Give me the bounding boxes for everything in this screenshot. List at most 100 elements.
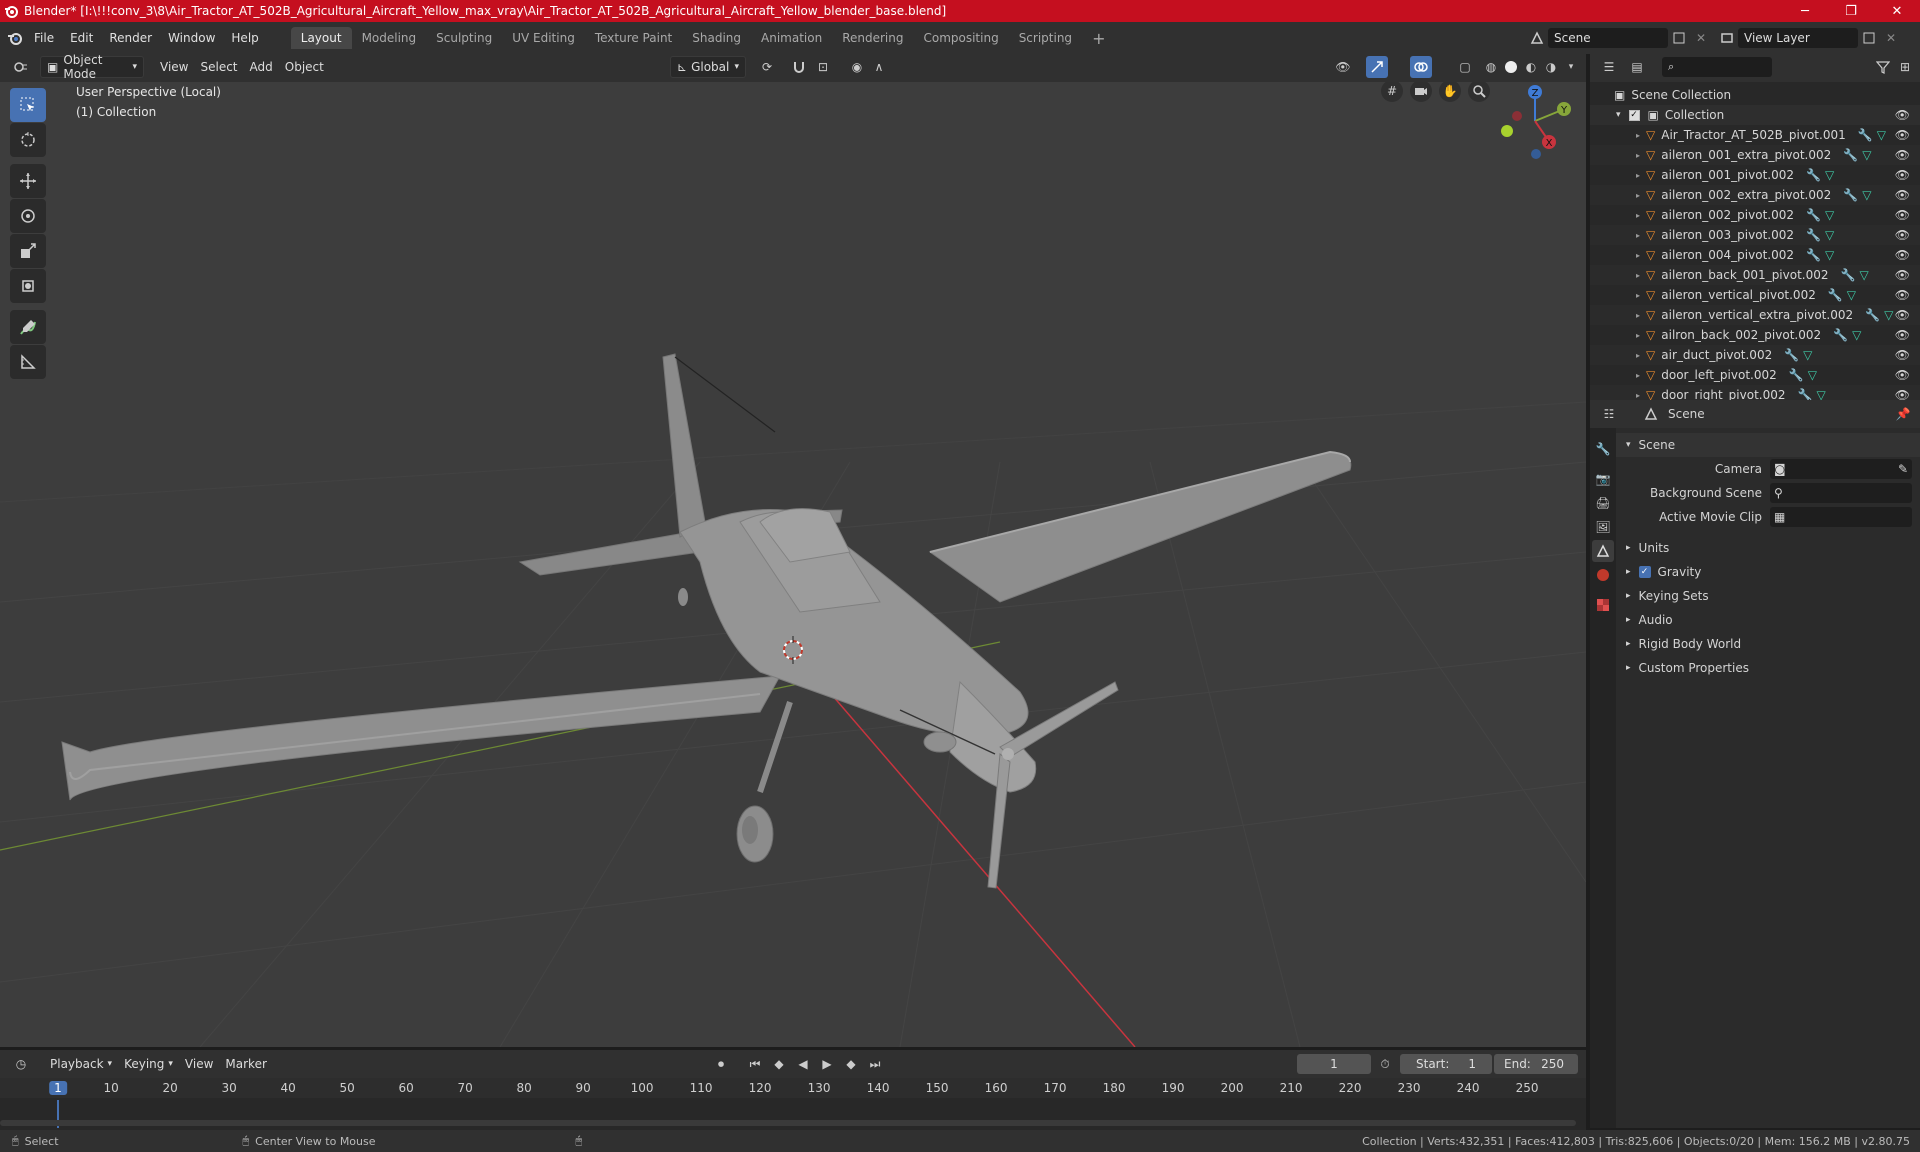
scene-tab-icon[interactable] <box>1592 540 1614 562</box>
visibility-eye-icon[interactable]: 👁 <box>1895 228 1910 242</box>
menu-file[interactable]: File <box>26 27 62 49</box>
jump-start-icon[interactable]: ⏮ <box>744 1053 766 1075</box>
outliner-object-row[interactable]: ▸ ▽ door_left_pivot.002 🔧 ▽ 👁 <box>1590 365 1920 385</box>
modifier-wrench-icon[interactable]: 🔧 <box>1784 348 1799 362</box>
mesh-data-icon[interactable]: ▽ <box>1825 248 1834 262</box>
mesh-data-icon[interactable]: ▽ <box>1877 128 1886 142</box>
outliner-object-row[interactable]: ▸ ▽ ailron_back_002_pivot.002 🔧 ▽ 👁 <box>1590 325 1920 345</box>
gizmo-toggle-icon[interactable] <box>1366 56 1388 78</box>
outliner-object-row[interactable]: ▸ ▽ air_duct_pivot.002 🔧 ▽ 👁 <box>1590 345 1920 365</box>
tab-layout[interactable]: Layout <box>290 27 352 49</box>
visibility-eye-icon[interactable]: 👁 <box>1895 368 1910 382</box>
expand-arrow-icon[interactable]: ▸ <box>1636 251 1640 260</box>
modifier-wrench-icon[interactable]: 🔧 <box>1806 228 1821 242</box>
mesh-data-icon[interactable]: ▽ <box>1862 188 1871 202</box>
tool-settings-tab-icon[interactable]: 🔧 <box>1592 438 1614 460</box>
close-button[interactable]: ✕ <box>1874 0 1920 22</box>
properties-editor-type-icon[interactable]: ☷ <box>1598 403 1620 425</box>
overlays-toggle-icon[interactable] <box>1410 56 1432 78</box>
delete-view-layer-icon[interactable]: ✕ <box>1880 27 1902 49</box>
modifier-wrench-icon[interactable]: 🔧 <box>1806 248 1821 262</box>
transform-orientation-dropdown[interactable]: ⊾ Global ▾ <box>670 56 746 78</box>
display-mode-icon[interactable]: ▤ <box>1626 56 1648 78</box>
rendered-shading-icon[interactable]: ◑ <box>1540 56 1562 78</box>
add-workspace-button[interactable]: + <box>1082 27 1115 49</box>
zoom-icon[interactable] <box>1468 82 1490 102</box>
mesh-data-icon[interactable]: ▽ <box>1847 288 1856 302</box>
cursor-tool-icon[interactable] <box>10 123 46 157</box>
modifier-wrench-icon[interactable]: 🔧 <box>1789 368 1804 382</box>
view-layer-tab-icon[interactable]: 🖼 <box>1592 516 1614 538</box>
outliner-object-row[interactable]: ▸ ▽ aileron_004_pivot.002 🔧 ▽ 👁 <box>1590 245 1920 265</box>
modifier-wrench-icon[interactable]: 🔧 <box>1806 168 1821 182</box>
outliner-object-row[interactable]: ▸ ▽ aileron_vertical_pivot.002 🔧 ▽ 👁 <box>1590 285 1920 305</box>
falloff-icon[interactable]: ∧ <box>868 56 890 78</box>
material-shading-icon[interactable]: ◐ <box>1520 56 1542 78</box>
outliner-collection-row[interactable]: ▾ ✓ ▣ Collection 👁 <box>1590 105 1920 125</box>
camera-view-icon[interactable] <box>1410 82 1432 102</box>
new-collection-icon[interactable]: ⊞ <box>1894 56 1916 78</box>
visibility-eye-icon[interactable]: 👁 <box>1895 348 1910 362</box>
new-view-layer-icon[interactable] <box>1858 27 1880 49</box>
timeline-menu-view[interactable]: View <box>179 1053 219 1075</box>
select-box-tool-icon[interactable] <box>10 88 46 122</box>
outliner-object-row[interactable]: ▸ ▽ aileron_001_pivot.002 🔧 ▽ 👁 <box>1590 165 1920 185</box>
tab-modeling[interactable]: Modeling <box>352 27 427 49</box>
minimize-button[interactable]: ─ <box>1782 0 1828 22</box>
eyedropper-icon[interactable]: ✎ <box>1898 462 1908 476</box>
proportional-edit-icon[interactable]: ◉ <box>846 56 868 78</box>
delete-scene-icon[interactable]: ✕ <box>1690 27 1712 49</box>
expand-arrow-icon[interactable]: ▸ <box>1636 191 1640 200</box>
expand-arrow-icon[interactable]: ▸ <box>1636 271 1640 280</box>
modifier-wrench-icon[interactable]: 🔧 <box>1841 268 1856 282</box>
output-tab-icon[interactable]: 🖨 <box>1592 492 1614 514</box>
camera-field[interactable]: ◙ ✎ <box>1770 459 1912 479</box>
outliner-object-row[interactable]: ▸ ▽ aileron_002_pivot.002 🔧 ▽ 👁 <box>1590 205 1920 225</box>
3d-viewport[interactable]: User Perspective (Local) (1) Collection … <box>0 82 1586 1047</box>
menu-edit[interactable]: Edit <box>62 27 101 49</box>
outliner-editor-type-icon[interactable]: ☰ <box>1598 56 1620 78</box>
outliner-object-row[interactable]: ▸ ▽ Air_Tractor_AT_502B_pivot.001 🔧 ▽ 👁 <box>1590 125 1920 145</box>
annotate-tool-icon[interactable] <box>10 310 46 344</box>
move-tool-icon[interactable] <box>10 164 46 198</box>
scene-panel-header[interactable]: ▾ Scene <box>1616 433 1920 457</box>
outliner-object-row[interactable]: ▸ ▽ aileron_003_pivot.002 🔧 ▽ 👁 <box>1590 225 1920 245</box>
tab-sculpting[interactable]: Sculpting <box>426 27 502 49</box>
pan-hand-icon[interactable]: ✋ <box>1439 82 1461 102</box>
expand-arrow-icon[interactable]: ▸ <box>1636 171 1640 180</box>
world-tab-icon[interactable] <box>1592 564 1614 586</box>
render-tab-icon[interactable]: 📷 <box>1592 468 1614 490</box>
outliner-object-row[interactable]: ▸ ▽ aileron_001_extra_pivot.002 🔧 ▽ 👁 <box>1590 145 1920 165</box>
active-movie-clip-field[interactable]: ▦ <box>1770 507 1912 527</box>
texture-tab-icon[interactable] <box>1592 594 1614 616</box>
viewport-menu-object[interactable]: Object <box>279 56 330 78</box>
scene-selector-icon[interactable] <box>1526 27 1548 49</box>
mesh-data-icon[interactable]: ▽ <box>1808 368 1817 382</box>
rotate-tool-icon[interactable] <box>10 199 46 233</box>
modifier-wrench-icon[interactable]: 🔧 <box>1833 328 1848 342</box>
menu-help[interactable]: Help <box>223 27 266 49</box>
mode-dropdown[interactable]: ▣ Object Mode ▾ <box>40 53 144 81</box>
restore-button[interactable]: ❐ <box>1828 0 1874 22</box>
mesh-data-icon[interactable]: ▽ <box>1825 228 1834 242</box>
timeline-menu-playback[interactable]: Playback ▾ <box>44 1053 118 1075</box>
pivot-point-icon[interactable]: ⟳ <box>756 56 778 78</box>
outliner-search-input[interactable]: ⌕ <box>1662 57 1772 77</box>
modifier-wrench-icon[interactable]: 🔧 <box>1828 288 1843 302</box>
tab-rendering[interactable]: Rendering <box>832 27 913 49</box>
view-layer-icon[interactable] <box>1716 27 1738 49</box>
snap-icon[interactable] <box>788 56 810 78</box>
prev-keyframe-icon[interactable]: ◆ <box>768 1053 790 1075</box>
expand-arrow-icon[interactable]: ▸ <box>1636 311 1640 320</box>
solid-shading-icon[interactable] <box>1500 56 1522 78</box>
visibility-eye-icon[interactable]: 👁 <box>1895 268 1910 282</box>
visibility-eye-icon[interactable]: 👁 <box>1895 188 1910 202</box>
expand-arrow-icon[interactable]: ▸ <box>1636 231 1640 240</box>
background-scene-field[interactable]: ⚲ <box>1770 483 1912 503</box>
grid-toggle-icon[interactable]: # <box>1381 82 1403 102</box>
outliner-object-row[interactable]: ▸ ▽ aileron_back_001_pivot.002 🔧 ▽ 👁 <box>1590 265 1920 285</box>
visibility-eye-icon[interactable]: 👁 <box>1895 248 1910 262</box>
snap-target-icon[interactable]: ⊡ <box>812 56 834 78</box>
timeline-editor-type-icon[interactable]: ◷ <box>10 1053 32 1075</box>
timeline-panel[interactable]: 1 10 20 30 40 50 60 70 80 90 100 110 120 130 140 150 160… <box>0 1078 1586 1130</box>
